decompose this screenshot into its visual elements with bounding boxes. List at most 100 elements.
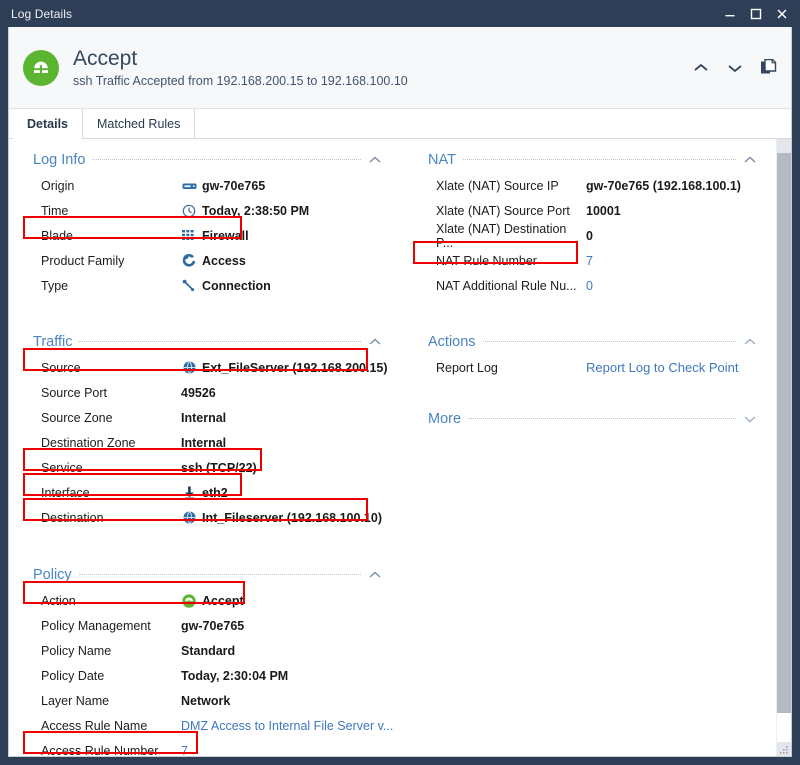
section-actions-header[interactable]: Actions <box>404 329 779 355</box>
title-bar: Log Details <box>1 1 799 27</box>
maximize-button[interactable] <box>743 2 769 26</box>
section-traffic-rows: Source Ext_FileServer (192.168.200.15) S… <box>9 355 404 530</box>
section-policy-title: Policy <box>33 567 72 583</box>
close-button[interactable] <box>769 2 795 26</box>
row-label: Access Rule Name <box>41 718 148 733</box>
chevron-up-icon[interactable] <box>743 155 757 165</box>
vertical-scrollbar[interactable] <box>776 139 791 756</box>
row-value-text: Today, 2:30:04 PM <box>181 668 289 683</box>
section-policy-rows: Action Accept Policy Management gw-70e76… <box>9 588 404 757</box>
row-value: 49526 <box>181 386 216 400</box>
table-row: NAT Additional Rule Nu... 0 <box>404 273 779 298</box>
connection-icon <box>181 279 197 293</box>
report-log-link[interactable]: Report Log to Check Point <box>586 360 738 375</box>
chevron-up-icon[interactable] <box>368 570 382 580</box>
row-value: Standard <box>181 644 235 658</box>
row-value: Connection <box>181 279 271 293</box>
table-row: Type Connection <box>9 273 404 298</box>
previous-log-button[interactable] <box>692 61 710 75</box>
section-traffic: Traffic Source Ext_FileServer (192.168.2… <box>9 329 404 530</box>
table-row: Xlate (NAT) Source IP gw-70e765 (192.168… <box>404 173 779 198</box>
chevron-down-icon[interactable] <box>743 414 757 424</box>
nat-rule-number-link[interactable]: 7 <box>586 254 593 268</box>
row-value: Accept <box>181 594 244 608</box>
table-row: Source Ext_FileServer (192.168.200.15) <box>9 355 404 380</box>
row-label: Layer Name <box>41 693 110 708</box>
table-row: Access Rule Number 7 <box>9 738 404 757</box>
table-row: Service ssh (TCP/22) <box>9 455 404 480</box>
section-log-info-title: Log Info <box>33 152 86 168</box>
row-label: Policy Date <box>41 668 105 683</box>
section-nat-rows: Xlate (NAT) Source IP gw-70e765 (192.168… <box>404 173 779 298</box>
resize-grip[interactable] <box>777 743 789 755</box>
row-value-text: 0 <box>586 228 593 243</box>
next-log-button[interactable] <box>726 61 744 75</box>
access-rule-name-link[interactable]: DMZ Access to Internal File Server v... <box>181 719 393 733</box>
window-controls <box>717 1 795 27</box>
table-row: Product Family Access <box>9 248 404 273</box>
section-more-title: More <box>428 411 462 427</box>
row-label: Destination Zone <box>41 435 136 450</box>
scrollbar-up-button[interactable] <box>777 139 791 153</box>
section-log-info-header[interactable]: Log Info <box>9 147 404 173</box>
table-row: Report Log Report Log to Check Point <box>404 355 779 380</box>
section-divider-dots <box>92 158 361 160</box>
left-column: Log Info Origin gw-70e765 Time Today, 2:… <box>9 139 404 756</box>
section-divider-dots <box>482 340 736 342</box>
blade-grid-icon <box>181 230 197 241</box>
row-label: Source Port <box>41 385 108 400</box>
row-value-text: gw-70e765 <box>181 618 245 633</box>
row-label: Policy Management <box>41 618 151 633</box>
section-nat-header[interactable]: NAT <box>404 147 779 173</box>
row-value-text: 7 <box>586 253 593 268</box>
row-label: Source <box>41 360 81 375</box>
header-action-buttons <box>692 58 777 77</box>
row-value-text: Standard <box>181 643 236 658</box>
row-value: gw-70e765 <box>181 179 265 193</box>
row-label: NAT Additional Rule Nu... <box>436 278 577 293</box>
table-row: Access Rule Name DMZ Access to Internal … <box>9 713 404 738</box>
row-label: Xlate (NAT) Source Port <box>436 203 570 218</box>
nat-additional-rule-number-link[interactable]: 0 <box>586 279 593 293</box>
row-value: gw-70e765 (192.168.100.1) <box>586 179 741 193</box>
table-row: Destination Int_Fileserver (192.168.100.… <box>9 505 404 530</box>
row-value-text: 0 <box>586 278 593 293</box>
row-value: Internal <box>181 436 226 450</box>
section-nat-title: NAT <box>428 152 456 168</box>
chevron-up-icon[interactable] <box>368 337 382 347</box>
row-label: Blade <box>41 228 73 243</box>
section-divider-dots <box>78 573 361 575</box>
chevron-up-icon[interactable] <box>743 337 757 347</box>
row-label: Time <box>41 203 69 218</box>
table-row: Xlate (NAT) Destination P... 0 <box>404 222 779 250</box>
table-row: Source Zone Internal <box>9 405 404 430</box>
copy-icon[interactable] <box>760 58 777 77</box>
access-rule-number-link[interactable]: 7 <box>181 744 188 757</box>
row-label: Interface <box>41 485 90 500</box>
section-traffic-header[interactable]: Traffic <box>9 329 404 355</box>
chevron-up-icon[interactable] <box>368 155 382 165</box>
row-value-text: Internal <box>181 410 227 425</box>
section-policy-header[interactable]: Policy <box>9 562 404 588</box>
section-divider-dots <box>79 340 361 342</box>
tab-matched-rules[interactable]: Matched Rules <box>83 109 196 138</box>
inbound-arrow-icon <box>181 486 197 499</box>
row-value-text: 10001 <box>586 203 621 218</box>
section-more-header[interactable]: More <box>404 406 779 432</box>
scrollbar-thumb[interactable] <box>777 153 791 713</box>
access-icon <box>181 253 197 268</box>
row-label: Xlate (NAT) Source IP <box>436 178 559 193</box>
row-value: 0 <box>586 229 593 243</box>
section-log-info: Log Info Origin gw-70e765 Time Today, 2:… <box>9 147 404 298</box>
minimize-button[interactable] <box>717 2 743 26</box>
table-row: Policy Name Standard <box>9 638 404 663</box>
details-content: Log Info Origin gw-70e765 Time Today, 2:… <box>9 139 791 756</box>
accept-gate-icon <box>23 49 59 86</box>
section-traffic-title: Traffic <box>33 334 73 350</box>
globe-icon <box>181 511 197 524</box>
page-subtitle: ssh Traffic Accepted from 192.168.200.15… <box>73 74 408 89</box>
table-row: Time Today, 2:38:50 PM <box>9 198 404 223</box>
tab-details[interactable]: Details <box>13 109 83 139</box>
row-value: 10001 <box>586 204 621 218</box>
row-value-text: Network <box>181 693 231 708</box>
